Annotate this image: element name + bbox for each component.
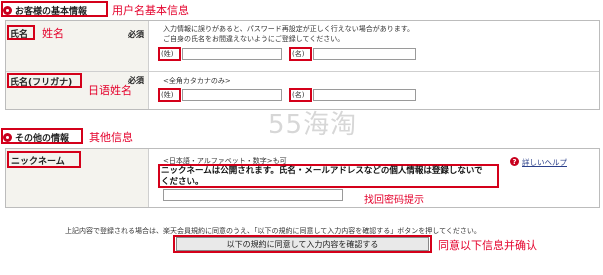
basic-info-title-text: お客様の基本情報 xyxy=(15,7,88,17)
watermark: 55海淘 xyxy=(268,110,358,140)
nickname-warning-line1: ニックネームは公開されます。氏名・メールアドレスなどの個人情報は登録しないで xyxy=(161,166,483,176)
basic-info-annotation: 用户名基本信息 xyxy=(112,4,189,17)
name-annotation: 姓名 xyxy=(42,27,64,40)
kana-last-name-input[interactable] xyxy=(182,89,282,101)
kana-note: <全角カタカナのみ> xyxy=(163,77,231,85)
kana-label: 氏名(フリガナ) xyxy=(10,78,73,88)
kana-annotation: 日语姓名 xyxy=(88,84,132,97)
basic-info-section-title: お客様の基本情報 xyxy=(3,4,87,17)
nickname-annotation: 找回密码提示 xyxy=(364,195,424,206)
other-info-section-title: その他の情報 xyxy=(3,131,69,144)
kana-first-name-input[interactable] xyxy=(313,89,416,101)
name-label: 氏名 xyxy=(10,30,29,40)
name-note-line1: 入力情報に誤りがあると、パスワード再設定が正しく行えない場合があります。 xyxy=(163,25,415,33)
confirm-annotation: 同意以下信息并确认 xyxy=(438,239,537,252)
other-info-title-text: その他の情報 xyxy=(15,134,70,144)
kana-first-label: (名) xyxy=(292,91,305,99)
name-last-label: (姓) xyxy=(161,50,174,58)
nickname-warning-line2: ください。 xyxy=(161,177,204,187)
confirm-button[interactable]: 以下の規約に同意して入力内容を確認する xyxy=(176,237,429,251)
nickname-label: ニックネーム xyxy=(11,157,65,167)
name-note-line2: ご自身の氏名をお間違えないようにご登録してください。 xyxy=(163,35,345,43)
section-bullet-icon xyxy=(3,6,12,15)
kana-required-badge: 必須 xyxy=(128,76,144,85)
other-info-annotation: 其他信息 xyxy=(89,131,133,144)
nickname-input[interactable] xyxy=(163,189,343,201)
name-first-label: (名) xyxy=(292,50,305,58)
last-name-input[interactable] xyxy=(182,48,282,60)
first-name-input[interactable] xyxy=(313,48,416,60)
name-required-badge: 必須 xyxy=(128,30,144,39)
kana-last-label: (姓) xyxy=(161,91,174,99)
help-question-icon[interactable]: ? xyxy=(510,157,519,166)
help-link[interactable]: 詳しいヘルプ xyxy=(522,157,567,168)
section-bullet-icon xyxy=(3,133,12,142)
